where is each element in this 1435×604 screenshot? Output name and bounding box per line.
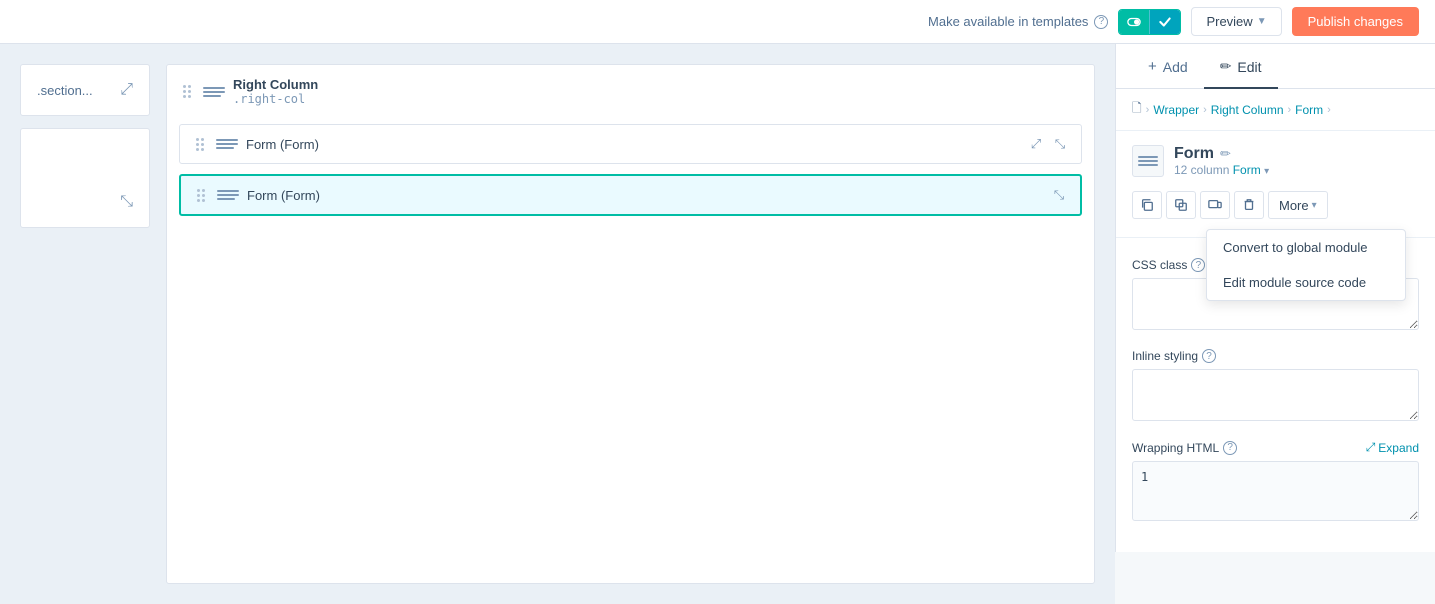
form2-label: Form (Form) [247, 188, 320, 203]
form2-drag-handle[interactable] [193, 187, 209, 204]
top-bar: Make available in templates ? Preview ▼ … [0, 0, 1435, 44]
drag-handle[interactable] [179, 83, 195, 100]
delete-button[interactable] [1234, 191, 1264, 219]
module-subtitle: 12 column Form ▾ [1174, 163, 1269, 177]
wrapping-html-info-icon[interactable]: ? [1223, 441, 1237, 455]
more-button[interactable]: More ▾ [1268, 191, 1328, 219]
form1-label: Form (Form) [246, 137, 319, 152]
publish-button[interactable]: Publish changes [1292, 7, 1419, 36]
dropdown-menu: Convert to global module Edit module sou… [1206, 229, 1406, 301]
module-form-link[interactable]: Form [1233, 163, 1261, 177]
right-column-header: Right Column .right-col [179, 77, 1082, 114]
copy-button[interactable] [1132, 191, 1162, 219]
form1-icon [216, 135, 238, 153]
right-column-container: Right Column .right-col [166, 64, 1095, 584]
expand-icon[interactable]: ⤢ [120, 81, 133, 99]
chevron-down-icon: ▼ [1257, 16, 1267, 27]
info-icon[interactable]: ? [1094, 15, 1108, 29]
right-panel: + Add ✏ Edit 🗋 › Wrapper › Right Column … [1115, 44, 1435, 552]
form1-expand-icon[interactable]: ⤢ [1027, 135, 1045, 153]
module-title: Form [1174, 145, 1214, 163]
column-block-icon [203, 83, 225, 101]
form1-shrink-icon[interactable]: ⤡ [1051, 135, 1069, 153]
module-header-icon [1132, 145, 1164, 177]
css-class-info-icon[interactable]: ? [1191, 258, 1205, 272]
chevron-form-icon: ▾ [1264, 166, 1269, 177]
right-col-title: Right Column [233, 77, 318, 92]
form1-drag-handle[interactable] [192, 136, 208, 153]
more-caret-icon: ▾ [1312, 200, 1317, 211]
dropdown-item-edit-source[interactable]: Edit module source code [1207, 265, 1405, 300]
module-header: Form ✏ 12 column Form ▾ [1116, 131, 1435, 185]
tab-edit[interactable]: ✏ Edit [1204, 44, 1278, 89]
responsive-button[interactable] [1200, 191, 1230, 219]
toggle-on-button[interactable] [1119, 10, 1149, 34]
form-module-1[interactable]: Form (Form) ⤢ ⤡ [179, 124, 1082, 164]
plus-icon: + [1148, 58, 1157, 75]
inline-styling-input[interactable] [1132, 369, 1419, 421]
right-col-subtitle: .right-col [233, 92, 318, 106]
form-module-2[interactable]: Form (Form) ⤡ [179, 174, 1082, 216]
breadcrumb-wrapper[interactable]: Wrapper [1153, 103, 1199, 117]
canvas-area: .section... ⤢ ⤡ [0, 44, 1115, 604]
canvas-body: .section... ⤢ ⤡ [20, 64, 1095, 584]
expand-icon-link: ⤢ [1366, 440, 1376, 455]
edit-icon: ✏ [1220, 58, 1232, 75]
panel-tabs: + Add ✏ Edit [1116, 44, 1435, 89]
section-block: .section... ⤢ [20, 64, 150, 116]
breadcrumb-right-column[interactable]: Right Column [1211, 103, 1284, 117]
wrapping-html-group: Wrapping HTML ? ⤢ Expand 1 [1132, 440, 1419, 524]
clone-button[interactable] [1166, 191, 1196, 219]
preview-button[interactable]: Preview ▼ [1191, 7, 1281, 36]
left-partial-panel: .section... ⤢ ⤡ [20, 64, 150, 584]
section-label: .section... [37, 83, 93, 98]
breadcrumb-sep-3: › [1327, 104, 1331, 116]
breadcrumb-sep-0: › [1146, 104, 1150, 116]
inline-styling-group: Inline styling ? [1132, 349, 1419, 424]
breadcrumb-sep-1: › [1203, 104, 1207, 116]
form2-icon [217, 186, 239, 204]
empty-block: ⤡ [20, 128, 150, 228]
shrink-icon[interactable]: ⤡ [120, 193, 133, 211]
page-icon: 🗋 [1132, 99, 1142, 120]
wrapping-html-input[interactable]: 1 [1132, 461, 1419, 521]
breadcrumb-sep-2: › [1288, 104, 1292, 116]
tab-add[interactable]: + Add [1132, 44, 1204, 89]
right-panel-wrapper: + Add ✏ Edit 🗋 › Wrapper › Right Column … [1115, 44, 1435, 604]
inline-styling-info-icon[interactable]: ? [1202, 349, 1216, 363]
toggle-group [1118, 9, 1181, 35]
module-edit-icon[interactable]: ✏ [1220, 146, 1231, 162]
form2-shrink-icon[interactable]: ⤡ [1050, 186, 1068, 204]
breadcrumb: 🗋 › Wrapper › Right Column › Form › [1116, 89, 1435, 131]
main-layout: .section... ⤢ ⤡ [0, 0, 1435, 604]
wrapping-html-label: Wrapping HTML ? [1132, 441, 1237, 455]
expand-link[interactable]: ⤢ Expand [1366, 440, 1419, 455]
dropdown-item-convert[interactable]: Convert to global module [1207, 230, 1405, 265]
breadcrumb-form[interactable]: Form [1295, 103, 1323, 117]
module-toolbar: More ▾ Convert to global module Edit mod… [1116, 185, 1435, 229]
make-available-label: Make available in templates ? [928, 14, 1108, 29]
toggle-check-button[interactable] [1149, 10, 1180, 34]
inline-styling-label: Inline styling ? [1132, 349, 1419, 363]
